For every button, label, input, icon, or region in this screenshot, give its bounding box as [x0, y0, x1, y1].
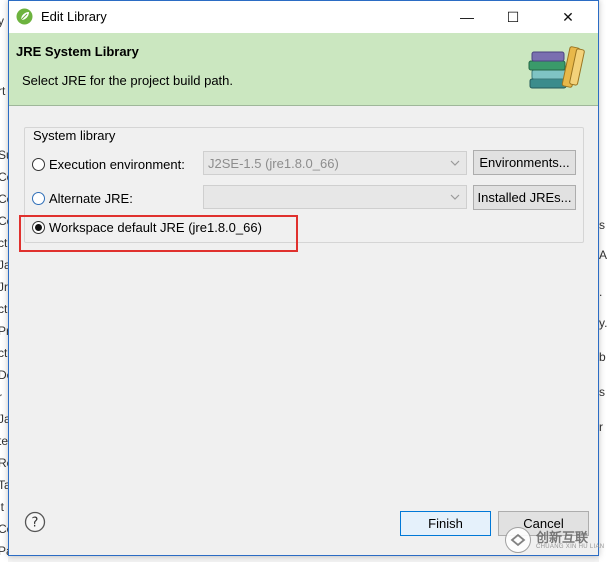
- bg-fragment: ct: [0, 302, 8, 316]
- watermark-en: CHUANG XIN HU LIAN: [536, 543, 605, 550]
- execution-environment-option[interactable]: Execution environment:: [32, 154, 185, 174]
- bg-fragment: ct: [0, 236, 8, 250]
- bg-fragment: rt: [0, 84, 6, 98]
- execution-environment-select: J2SE-1.5 (jre1.8.0_66): [203, 151, 467, 175]
- watermark-logo-icon: [505, 527, 531, 553]
- alternate-jre-select: [203, 185, 467, 209]
- bg-fragment: Co: [0, 170, 8, 184]
- bg-fragment: r: [599, 420, 603, 434]
- alternate-jre-label: Alternate JRE:: [49, 190, 133, 206]
- bg-fragment: Ja: [0, 412, 8, 426]
- bg-fragment: Pr: [0, 324, 8, 338]
- help-icon[interactable]: ?: [24, 511, 46, 533]
- edit-library-dialog: Edit Library — ☐ ✕ JRE System Library Se…: [8, 0, 599, 556]
- maximize-button[interactable]: ☐: [490, 1, 536, 33]
- window-title: Edit Library: [41, 9, 107, 24]
- bg-fragment: A: [599, 248, 607, 262]
- finish-button[interactable]: Finish: [400, 511, 491, 536]
- bg-fragment: te: [0, 434, 8, 448]
- watermark-text: 创新互联 CHUANG XIN HU LIAN: [536, 531, 604, 550]
- close-button[interactable]: ✕: [545, 1, 591, 33]
- bg-fragment: Re: [0, 456, 8, 470]
- bg-fragment: y: [0, 14, 4, 28]
- chevron-down-icon: [450, 160, 460, 166]
- bg-fragment: .: [599, 285, 603, 299]
- header-description: Select JRE for the project build path.: [22, 73, 234, 88]
- library-books-icon: [528, 46, 585, 89]
- bg-fragment: Co: [0, 214, 8, 228]
- bg-fragment: it: [0, 500, 4, 514]
- execution-environment-radio[interactable]: [32, 157, 45, 171]
- installed-jres-button[interactable]: Installed JREs...: [473, 185, 576, 210]
- bg-fragment: b: [599, 350, 606, 364]
- bg-fragment: Ta: [0, 478, 8, 492]
- bg-fragment: y.: [599, 316, 607, 330]
- minimize-button[interactable]: —: [444, 1, 490, 33]
- bg-fragment: Ja: [0, 258, 8, 272]
- watermark-cn: 创新互联: [536, 529, 589, 545]
- bg-fragment: s: [599, 218, 605, 232]
- bg-fragment: ct: [0, 346, 8, 360]
- execution-environment-value: J2SE-1.5 (jre1.8.0_66): [208, 156, 339, 171]
- title-bar[interactable]: Edit Library — ☐ ✕: [9, 1, 598, 33]
- minimize-icon: —: [460, 9, 474, 25]
- bg-fragment: Co: [0, 522, 8, 536]
- bg-fragment: s: [599, 385, 605, 399]
- wizard-header: JRE System Library Select JRE for the pr…: [9, 33, 598, 106]
- alternate-jre-radio[interactable]: [32, 191, 45, 205]
- spring-leaf-icon: [16, 8, 33, 25]
- chevron-down-icon: [450, 194, 460, 200]
- bg-fragment: Pa: [0, 544, 8, 558]
- watermark: 创新互联 CHUANG XIN HU LIAN: [505, 525, 605, 555]
- maximize-icon: ☐: [506, 8, 520, 25]
- bg-fragment: r: [0, 390, 2, 404]
- bg-fragment: Jr: [0, 280, 8, 294]
- group-label: System library: [31, 128, 118, 143]
- bg-fragment: Co: [0, 192, 8, 206]
- close-icon: ✕: [562, 8, 574, 25]
- execution-environment-label: Execution environment:: [49, 156, 185, 172]
- environments-button[interactable]: Environments...: [473, 150, 576, 175]
- annotation-highlight-box: [19, 215, 298, 252]
- alternate-jre-option[interactable]: Alternate JRE:: [32, 188, 133, 208]
- svg-text:?: ?: [32, 516, 39, 531]
- background-editor-right: s A . y. b s r: [599, 0, 607, 562]
- background-editor-left: y rt Su Co Co Co ct Ja Jr ct Pr ct De r …: [0, 0, 8, 562]
- bg-fragment: De: [0, 368, 8, 382]
- header-title: JRE System Library: [16, 44, 139, 59]
- bg-fragment: Su: [0, 148, 8, 162]
